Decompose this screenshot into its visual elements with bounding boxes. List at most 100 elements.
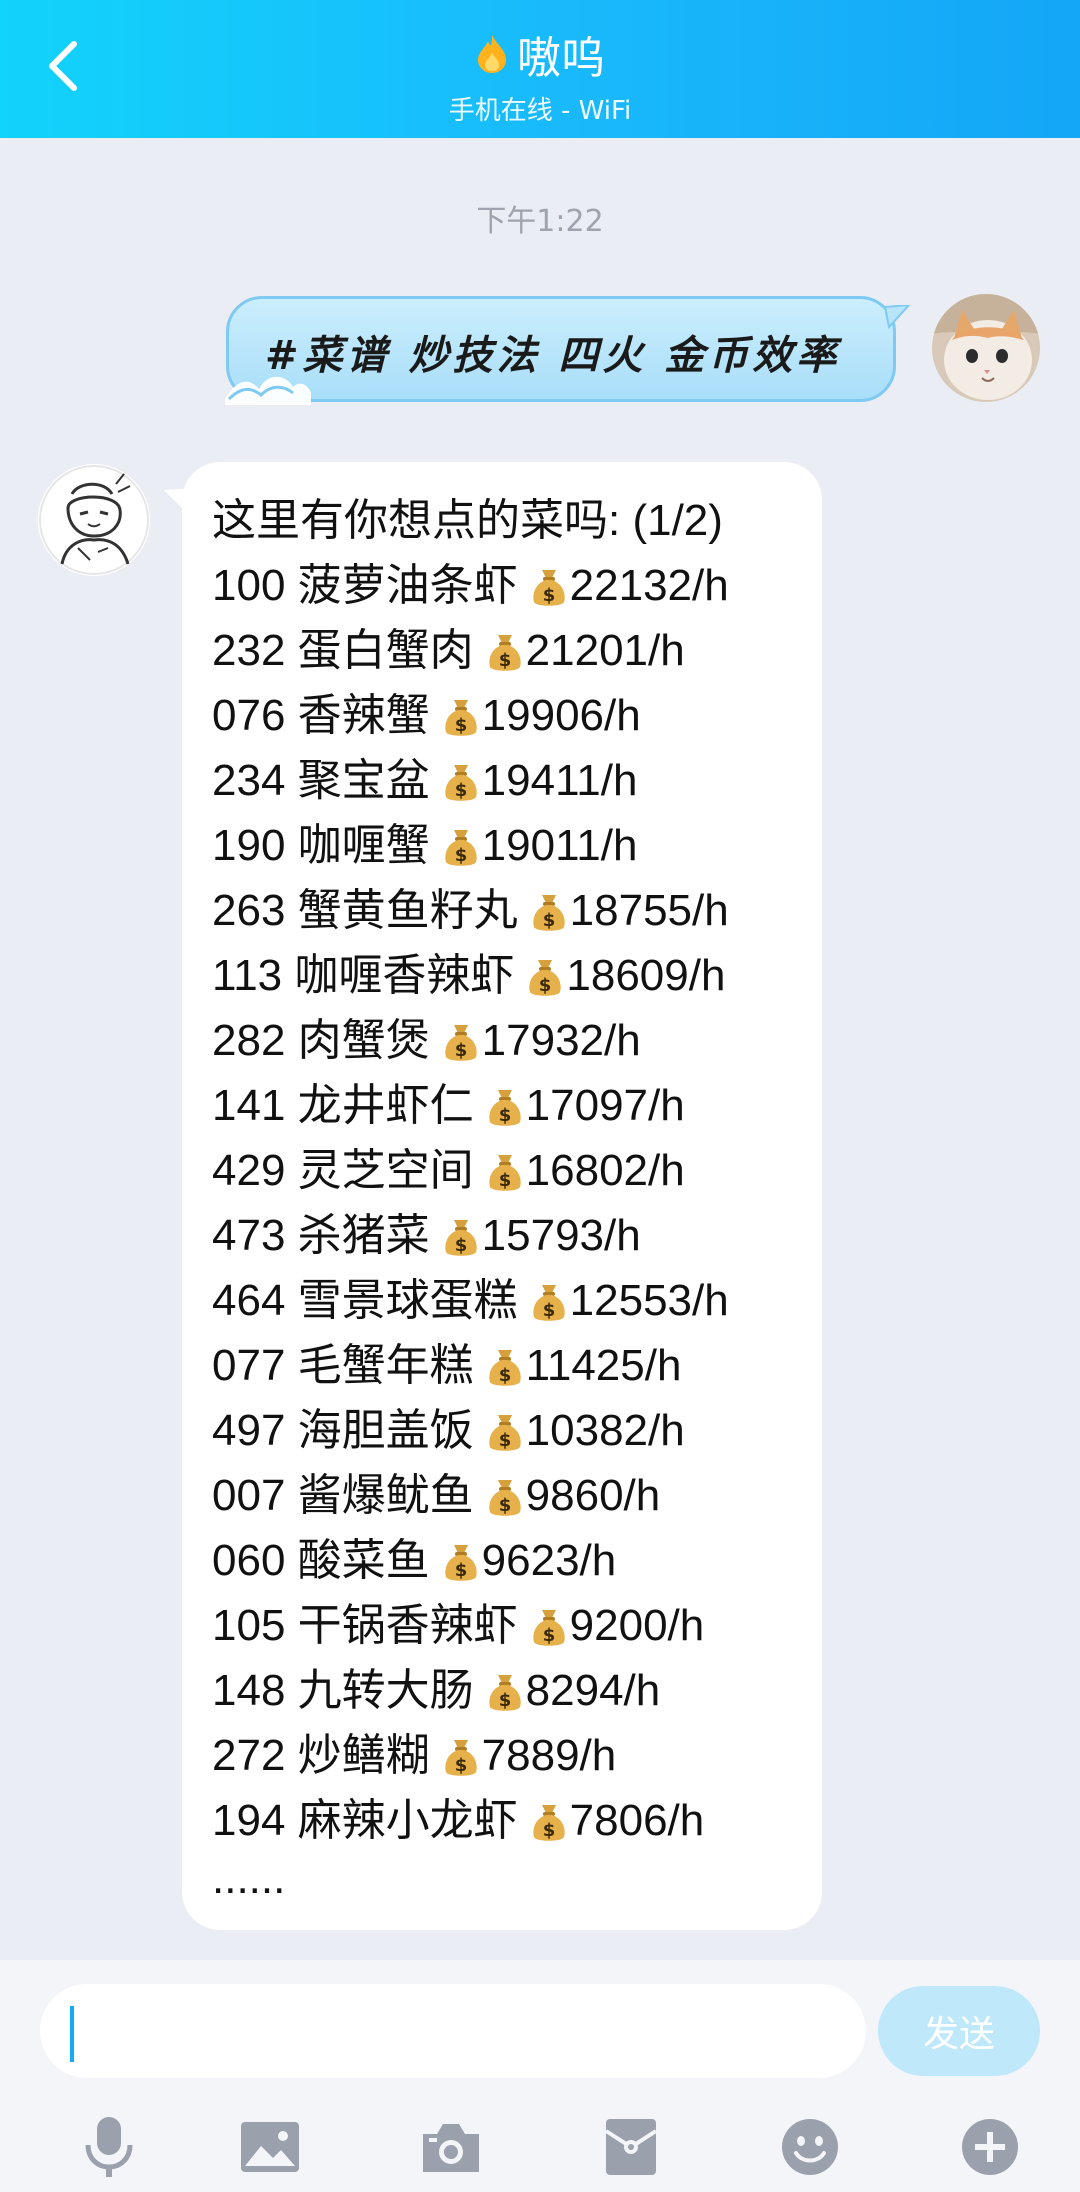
text-caret xyxy=(70,2006,74,2062)
svg-text:$: $ xyxy=(454,780,467,801)
recipe-id: 272 xyxy=(212,1731,286,1780)
recipe-id: 194 xyxy=(212,1796,286,1845)
money-bag-icon: $ xyxy=(486,1146,524,1211)
emoji-icon xyxy=(782,2119,838,2175)
plus-icon xyxy=(962,2119,1018,2175)
recipe-id: 060 xyxy=(212,1536,286,1585)
recipe-rate: 19011/h xyxy=(481,821,638,870)
online-status: 手机在线 - WiFi xyxy=(448,96,632,126)
bot-avatar[interactable] xyxy=(38,464,150,576)
received-message-text: 这里有你想点的菜吗: (1/2) 100 菠萝油条虾 $22132/h 232 蛋白… xyxy=(212,488,812,1918)
recipe-id: 190 xyxy=(212,821,286,870)
svg-text:$: $ xyxy=(454,1040,467,1061)
emoji-button[interactable] xyxy=(775,2112,845,2182)
recipe-rate: 21201/h xyxy=(525,626,685,675)
send-button[interactable]: 发送 xyxy=(878,1986,1040,2076)
recipe-rate: 12553/h xyxy=(569,1276,729,1325)
recipe-name: 肉蟹煲 xyxy=(297,1016,430,1065)
svg-text:$: $ xyxy=(498,1690,511,1711)
recipe-name: 炒鳝糊 xyxy=(297,1731,430,1780)
money-bag-icon: $ xyxy=(530,1601,568,1666)
recipe-rate: 19906/h xyxy=(481,691,641,740)
recipe-row: 076 香辣蟹 $19906/h xyxy=(212,683,812,748)
money-bag-icon: $ xyxy=(442,1731,480,1796)
recipe-id: 076 xyxy=(212,691,286,740)
recipe-row: 148 九转大肠 $8294/h xyxy=(212,1658,812,1723)
my-avatar[interactable] xyxy=(932,294,1040,402)
recipe-row: 141 龙井虾仁 $17097/h xyxy=(212,1073,812,1138)
svg-text:$: $ xyxy=(454,845,467,866)
money-bag-icon: $ xyxy=(442,1211,480,1276)
recipe-row: 077 毛蟹年糕 $11425/h xyxy=(212,1333,812,1398)
recipe-id: 113 xyxy=(212,951,283,1000)
svg-text:$: $ xyxy=(539,975,552,996)
money-bag-icon: $ xyxy=(442,691,480,756)
recipe-rate: 18609/h xyxy=(566,951,726,1000)
recipe-row: 429 灵芝空间 $16802/h xyxy=(212,1138,812,1203)
recipe-rate: 9200/h xyxy=(569,1601,705,1650)
input-toolbar xyxy=(0,2112,1080,2182)
recipe-name: 灵芝空间 xyxy=(297,1146,474,1195)
recipe-name: 蛋白蟹肉 xyxy=(297,626,474,675)
recipe-rate: 22132/h xyxy=(569,561,729,610)
recipe-rate: 18755/h xyxy=(569,886,729,935)
recipe-id: 473 xyxy=(212,1211,286,1260)
recipe-id: 141 xyxy=(212,1081,286,1130)
recipe-rate: 10382/h xyxy=(525,1406,685,1455)
sent-message-text: #菜谱 炒技法 四火 金币效率 xyxy=(265,332,841,379)
message-input[interactable] xyxy=(40,1984,866,2078)
recipe-id: 077 xyxy=(212,1341,286,1390)
recipe-name: 九转大肠 xyxy=(297,1666,474,1715)
recipe-row: 105 干锅香辣虾 $9200/h xyxy=(212,1593,812,1658)
sent-message-bubble[interactable]: #菜谱 炒技法 四火 金币效率 xyxy=(225,296,911,405)
recipe-rate: 7889/h xyxy=(481,1731,617,1780)
recipe-row: 007 酱爆鱿鱼 $9860/h xyxy=(212,1463,812,1528)
recipe-name: 香辣蟹 xyxy=(297,691,430,740)
recipe-rate: 11425/h xyxy=(525,1341,682,1390)
recipe-name: 杀猪菜 xyxy=(297,1211,430,1260)
svg-text:$: $ xyxy=(454,1755,467,1776)
camera-button[interactable] xyxy=(416,2112,486,2182)
microphone-icon xyxy=(85,2117,133,2177)
recipe-rate: 9860/h xyxy=(525,1471,661,1520)
svg-text:$: $ xyxy=(454,1560,467,1581)
chat-header: 嗷呜 手机在线 - WiFi xyxy=(0,0,1080,138)
message-timestamp: 下午1:22 xyxy=(476,204,604,239)
red-packet-button[interactable] xyxy=(596,2112,666,2182)
recipe-id: 007 xyxy=(212,1471,286,1520)
recipe-id: 263 xyxy=(212,886,286,935)
money-bag-icon: $ xyxy=(530,886,568,951)
recipe-rate: 16802/h xyxy=(525,1146,685,1195)
recipe-id: 429 xyxy=(212,1146,286,1195)
bubble-tail-icon xyxy=(164,488,194,516)
recipe-row: 497 海胆盖饭 $10382/h xyxy=(212,1398,812,1463)
recipe-row: 060 酸菜鱼 $9623/h xyxy=(212,1528,812,1593)
svg-text:$: $ xyxy=(542,1820,555,1841)
recipe-id: 464 xyxy=(212,1276,286,1325)
more-button[interactable] xyxy=(955,2112,1025,2182)
recipe-rate: 17097/h xyxy=(525,1081,685,1130)
recipe-row: 282 肉蟹煲 $17932/h xyxy=(212,1008,812,1073)
recipe-rate: 9623/h xyxy=(481,1536,617,1585)
recipe-name: 聚宝盆 xyxy=(297,756,430,805)
bubble-tail-icon xyxy=(885,305,911,330)
camera-icon xyxy=(423,2124,479,2172)
money-bag-icon: $ xyxy=(486,1666,524,1731)
recipe-row: 234 聚宝盆 $19411/h xyxy=(212,748,812,813)
image-button[interactable] xyxy=(235,2112,305,2182)
recipe-row: 190 咖喱蟹 $19011/h xyxy=(212,813,812,878)
recipe-id: 105 xyxy=(212,1601,286,1650)
recipe-row: 100 菠萝油条虾 $22132/h xyxy=(212,553,812,618)
recipe-row: 473 杀猪菜 $15793/h xyxy=(212,1203,812,1268)
money-bag-icon: $ xyxy=(486,626,524,691)
svg-text:$: $ xyxy=(498,1365,511,1386)
money-bag-icon: $ xyxy=(530,561,568,626)
recipe-rate: 17932/h xyxy=(481,1016,641,1065)
recipe-row: 232 蛋白蟹肉 $21201/h xyxy=(212,618,812,683)
flame-icon xyxy=(478,35,506,73)
recipe-name: 酱爆鱿鱼 xyxy=(297,1471,474,1520)
reply-footer: ...... xyxy=(212,1854,286,1903)
recipe-name: 干锅香辣虾 xyxy=(297,1601,518,1650)
voice-button[interactable] xyxy=(74,2112,144,2182)
received-message-bubble[interactable]: 这里有你想点的菜吗: (1/2) 100 菠萝油条虾 $22132/h 232 蛋白… xyxy=(164,462,822,1930)
